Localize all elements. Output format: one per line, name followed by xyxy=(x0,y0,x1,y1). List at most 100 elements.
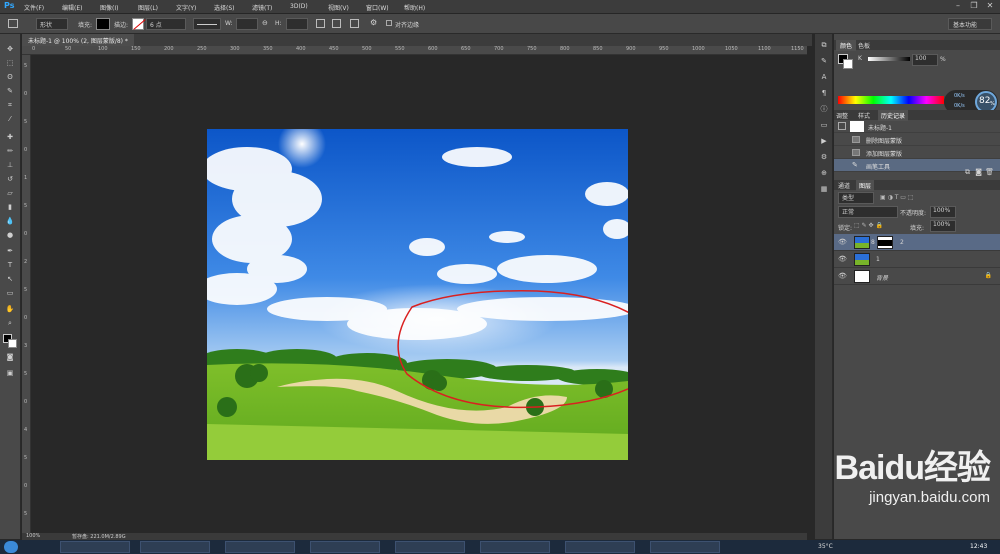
swatches-panel-icon[interactable]: ▦ xyxy=(818,184,830,194)
gear-icon[interactable]: ⚙ xyxy=(370,18,377,27)
snapshot-source-checkbox[interactable] xyxy=(838,122,846,130)
canvas-area[interactable] xyxy=(31,55,807,533)
tool-preset-icon[interactable] xyxy=(8,19,18,28)
width-input[interactable] xyxy=(236,18,258,30)
layer-row[interactable]: 👁 8 2 xyxy=(834,234,1000,251)
new-document-icon[interactable]: ⧉ xyxy=(965,168,970,177)
stamp-tool-icon[interactable]: ⊥ xyxy=(4,160,16,170)
k-slider[interactable] xyxy=(868,57,910,61)
tab-adjustments[interactable]: 调整 xyxy=(836,111,848,120)
minimize-icon[interactable]: – xyxy=(952,1,964,11)
link-icon[interactable]: ⊖ xyxy=(262,19,268,27)
brush-panel-icon[interactable]: ✎ xyxy=(818,56,830,66)
color-spectrum-bar[interactable] xyxy=(838,96,944,104)
eye-icon[interactable]: 👁 xyxy=(838,256,847,263)
blend-mode-select[interactable]: 正常 xyxy=(838,206,898,218)
history-panel-icon[interactable]: ⧉ xyxy=(818,40,830,50)
canvas-image[interactable] xyxy=(207,129,628,460)
tab-styles[interactable]: 样式 xyxy=(858,111,870,120)
path-ops-icon[interactable] xyxy=(316,19,325,28)
screen-mode-icon[interactable]: ▣ xyxy=(4,368,16,378)
type-tool-icon[interactable]: T xyxy=(4,260,16,270)
lasso-tool-icon[interactable]: ʘ xyxy=(4,72,16,82)
menu-item[interactable]: 编辑(E) xyxy=(62,3,82,12)
eraser-tool-icon[interactable]: ▱ xyxy=(4,188,16,198)
taskbar-item[interactable] xyxy=(650,541,720,553)
paragraph-panel-icon[interactable]: ¶ xyxy=(818,88,830,98)
menu-item[interactable]: 窗口(W) xyxy=(366,3,389,12)
taskbar-item[interactable] xyxy=(225,541,295,553)
blur-tool-icon[interactable]: 💧 xyxy=(4,216,16,226)
lock-icons[interactable]: ⬚ ✎ ✥ 🔒 xyxy=(854,222,883,229)
history-snapshot[interactable]: 未标题-1 xyxy=(834,120,1000,133)
gradient-tool-icon[interactable]: ▮ xyxy=(4,202,16,212)
shape-tool-icon[interactable]: ▭ xyxy=(4,288,16,298)
layer-kind-filter[interactable]: 类型 xyxy=(838,192,874,204)
actions-panel-icon[interactable]: ▶ xyxy=(818,136,830,146)
link-icon[interactable]: 8 xyxy=(871,239,875,246)
zoom-level[interactable]: 100% xyxy=(26,533,40,539)
layer-filter-icons[interactable]: ▣ ◑ T ▭ ⬚ xyxy=(880,194,914,201)
quick-select-tool-icon[interactable]: ✎ xyxy=(4,86,16,96)
pen-tool-icon[interactable]: ✒ xyxy=(4,246,16,256)
tab-layers[interactable]: 图层 xyxy=(856,180,875,191)
close-icon[interactable]: ✕ xyxy=(984,1,996,11)
path-select-tool-icon[interactable]: ↖ xyxy=(4,274,16,284)
clone-panel-icon[interactable]: ⊕ xyxy=(818,168,830,178)
menu-item[interactable]: 滤镜(T) xyxy=(252,3,272,12)
layer-row[interactable]: 👁 背景 🔒 xyxy=(834,268,1000,285)
hand-tool-icon[interactable]: ✋ xyxy=(4,304,16,314)
healing-tool-icon[interactable]: ✚ xyxy=(4,132,16,142)
tab-channels[interactable]: 通道 xyxy=(838,181,850,190)
restore-icon[interactable]: ❐ xyxy=(968,1,980,11)
start-button[interactable] xyxy=(4,541,18,553)
menu-item[interactable]: 帮助(H) xyxy=(404,3,425,12)
dodge-tool-icon[interactable]: ● xyxy=(4,230,16,240)
opacity-input[interactable]: 100% xyxy=(930,206,956,218)
align-edges-checkbox[interactable] xyxy=(386,20,392,26)
navigator-panel-icon[interactable]: ▭ xyxy=(818,120,830,130)
camera-icon[interactable]: ◙ xyxy=(975,168,982,176)
quick-mask-icon[interactable]: ◙ xyxy=(4,352,16,362)
properties-panel-icon[interactable]: ⚙ xyxy=(818,152,830,162)
fill-input[interactable]: 100% xyxy=(930,220,956,232)
height-input[interactable] xyxy=(286,18,308,30)
character-panel-icon[interactable]: A xyxy=(818,72,830,82)
menu-item[interactable]: 视图(V) xyxy=(328,3,349,12)
taskbar-item[interactable] xyxy=(565,541,635,553)
marquee-tool-icon[interactable]: ⬚ xyxy=(4,58,16,68)
stroke-type-select[interactable] xyxy=(193,18,221,30)
history-item[interactable]: 删除图层蒙版 xyxy=(834,133,1000,146)
fill-swatch[interactable] xyxy=(96,18,110,30)
bg-color-swatch[interactable] xyxy=(843,59,853,69)
menu-item[interactable]: 选择(S) xyxy=(214,3,235,12)
document-tab[interactable]: 未标题-1 @ 100% (2, 图层蒙版/8) * xyxy=(22,34,134,46)
move-tool-icon[interactable]: ✥ xyxy=(4,44,16,54)
taskbar-item[interactable] xyxy=(140,541,210,553)
menu-item[interactable]: 图层(L) xyxy=(138,3,158,12)
workspace-select[interactable]: 基本功能 xyxy=(948,18,992,30)
eyedropper-tool-icon[interactable]: ⁄ xyxy=(4,114,16,124)
history-brush-tool-icon[interactable]: ↺ xyxy=(4,174,16,184)
eye-icon[interactable]: 👁 xyxy=(838,239,847,246)
history-item[interactable]: 添加图层蒙版 xyxy=(834,146,1000,159)
brush-tool-icon[interactable]: ✏ xyxy=(4,146,16,156)
trash-icon[interactable]: 🗑 xyxy=(985,168,994,176)
stroke-swatch[interactable] xyxy=(132,18,146,30)
path-arrange-icon[interactable] xyxy=(350,19,359,28)
taskbar-item[interactable] xyxy=(310,541,380,553)
taskbar-item[interactable] xyxy=(60,541,130,553)
menu-item[interactable]: 文字(Y) xyxy=(176,3,196,12)
shape-mode-select[interactable]: 形状 xyxy=(36,18,68,30)
crop-tool-icon[interactable]: ⌗ xyxy=(4,100,16,110)
menu-item[interactable]: 图像(I) xyxy=(100,3,118,12)
layer-row[interactable]: 👁 1 xyxy=(834,251,1000,268)
tab-swatches[interactable]: 色板 xyxy=(858,41,870,50)
taskbar-item[interactable] xyxy=(395,541,465,553)
info-panel-icon[interactable]: ⓘ xyxy=(818,104,830,114)
zoom-tool-icon[interactable]: ⌕ xyxy=(4,318,16,328)
background-color-swatch[interactable] xyxy=(8,339,17,348)
path-align-icon[interactable] xyxy=(332,19,341,28)
taskbar-item[interactable] xyxy=(480,541,550,553)
stroke-size-input[interactable]: 6 点 xyxy=(146,18,186,30)
